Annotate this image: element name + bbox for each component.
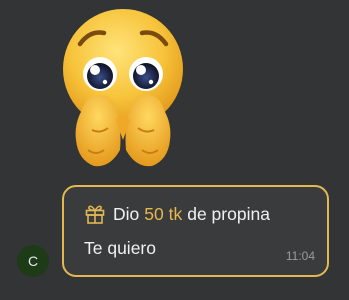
sender-avatar[interactable]: C xyxy=(17,245,49,277)
chat-view: C Dio 50 tk de propina Te quiero 11:04 xyxy=(0,0,349,300)
gift-suffix: de propina xyxy=(187,203,270,224)
pleading-face-sticker[interactable] xyxy=(52,0,194,175)
gift-icon xyxy=(84,203,106,225)
pleading-face-emoji-icon xyxy=(63,9,183,167)
message-timestamp: 11:04 xyxy=(285,249,315,263)
gift-prefix: Dio xyxy=(113,203,140,224)
gift-message-bubble[interactable]: Dio 50 tk de propina Te quiero 11:04 xyxy=(62,185,329,277)
message-text: Te quiero xyxy=(84,238,156,258)
gift-line: Dio 50 tk de propina xyxy=(84,203,270,225)
avatar-initial: C xyxy=(27,253,39,269)
tip-amount: 50 tk xyxy=(144,203,183,224)
